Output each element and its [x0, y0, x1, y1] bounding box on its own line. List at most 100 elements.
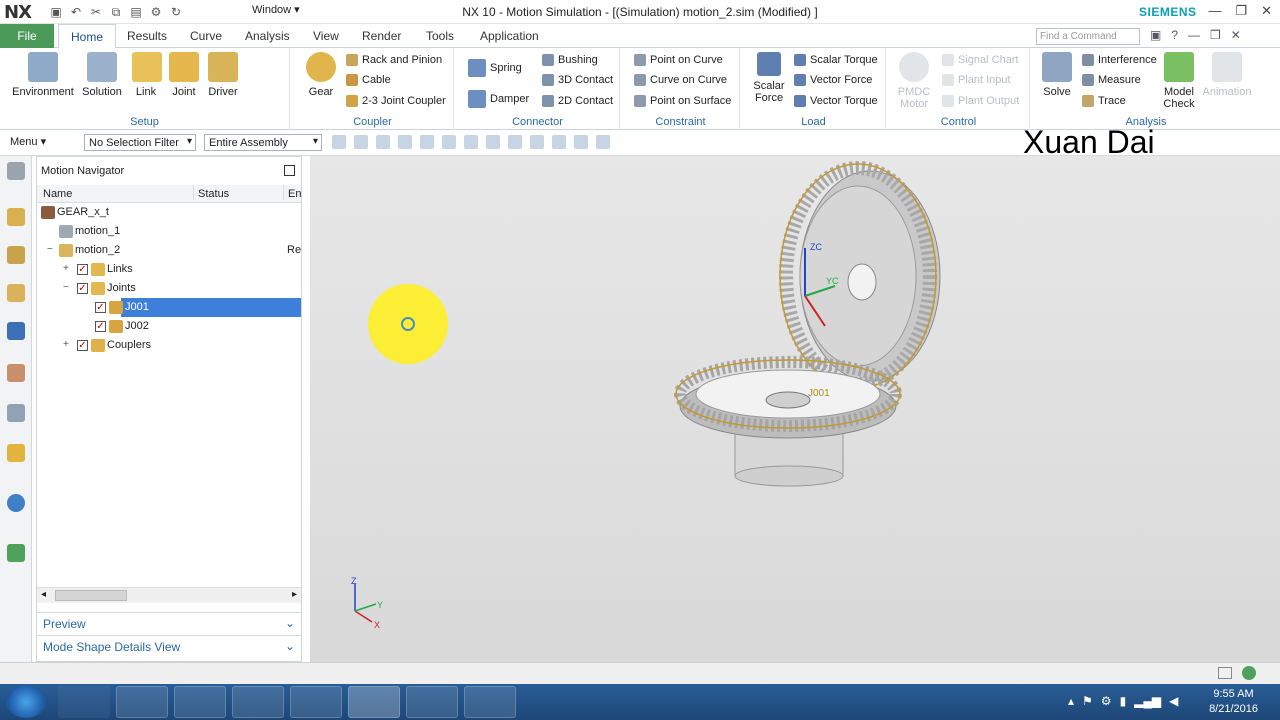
- close-icon[interactable]: ✕: [1261, 3, 1272, 19]
- bushing-button[interactable]: Bushing: [542, 54, 598, 66]
- horizontal-scrollbar[interactable]: ◂ ▸: [37, 587, 301, 603]
- visibility-checkbox[interactable]: ✓: [77, 283, 88, 294]
- scroll-left-icon[interactable]: ◂: [41, 589, 46, 600]
- animation-button[interactable]: Animation: [1200, 52, 1254, 98]
- camtasia-studio-icon[interactable]: [464, 686, 516, 718]
- help-icon[interactable]: ?: [1171, 28, 1178, 42]
- vector-force-button[interactable]: Vector Force: [794, 74, 872, 86]
- section-icon[interactable]: [552, 135, 566, 149]
- start-button[interactable]: [6, 686, 46, 718]
- folder-icon[interactable]: [290, 686, 342, 718]
- select-feature-icon[interactable]: [376, 135, 390, 149]
- maximize-icon[interactable]: [284, 165, 295, 176]
- assembly-scope-dropdown[interactable]: Entire Assembly: [204, 134, 322, 151]
- spring-button[interactable]: Spring: [468, 59, 522, 77]
- tree-node-j001[interactable]: ✓ J001: [37, 298, 301, 317]
- visibility-checkbox[interactable]: ✓: [95, 302, 106, 313]
- measure-button[interactable]: Measure: [1082, 74, 1141, 86]
- ribbon-close-icon[interactable]: ✕: [1231, 28, 1241, 42]
- column-status[interactable]: Status: [193, 185, 229, 200]
- camtasia-recorder-icon[interactable]: [406, 686, 458, 718]
- trace-button[interactable]: Trace: [1082, 95, 1126, 107]
- expand-icon[interactable]: +: [63, 339, 69, 350]
- box-select-icon[interactable]: [398, 135, 412, 149]
- vector-torque-button[interactable]: Vector Torque: [794, 95, 878, 107]
- power-icon[interactable]: ▮: [1120, 694, 1127, 708]
- tab-application[interactable]: Application: [480, 29, 539, 43]
- plant-input-button[interactable]: Plant Input: [942, 74, 1011, 86]
- select-icon[interactable]: [354, 135, 368, 149]
- lasso-icon[interactable]: [420, 135, 434, 149]
- tree-node-links[interactable]: + ✓ Links: [37, 260, 301, 279]
- ribbon-minimize-icon[interactable]: —: [1188, 28, 1200, 42]
- ribbon-restore-icon[interactable]: ❐: [1210, 28, 1221, 42]
- gear-button[interactable]: Gear: [306, 52, 336, 98]
- system-materials-icon[interactable]: [7, 444, 25, 462]
- link-button[interactable]: Link: [132, 52, 162, 98]
- joint-coupler-button[interactable]: 2-3 Joint Coupler: [346, 95, 446, 107]
- mode-shape-section[interactable]: Mode Shape Details View ⌄: [37, 635, 301, 657]
- menu-button[interactable]: Menu ▾: [10, 135, 46, 148]
- snap-icon[interactable]: [332, 135, 346, 149]
- pmdc-motor-button[interactable]: PMDC Motor: [896, 52, 932, 110]
- taskbar-clock[interactable]: 9:55 AM 8/21/2016: [1209, 687, 1258, 717]
- part-navigator-icon[interactable]: [7, 322, 25, 340]
- tree-node-j002[interactable]: ✓ J002: [37, 317, 301, 336]
- point-on-curve-button[interactable]: Point on Curve: [634, 54, 723, 66]
- nx-app-icon[interactable]: [348, 686, 400, 718]
- settings-icon[interactable]: [7, 162, 25, 180]
- info-icon[interactable]: [7, 494, 25, 512]
- driver-button[interactable]: Driver: [206, 52, 240, 98]
- fullscreen-icon[interactable]: [1218, 667, 1232, 679]
- 2d-contact-button[interactable]: 2D Contact: [542, 95, 613, 107]
- settings-tray-icon[interactable]: ⚙: [1101, 694, 1112, 708]
- tab-curve[interactable]: Curve: [190, 29, 222, 43]
- plant-output-button[interactable]: Plant Output: [942, 95, 1019, 107]
- chrome-icon[interactable]: [232, 686, 284, 718]
- column-environment[interactable]: En: [283, 185, 301, 200]
- display-icon[interactable]: [508, 135, 522, 149]
- point-on-surface-button[interactable]: Point on Surface: [634, 95, 731, 107]
- tab-tools[interactable]: Tools: [426, 29, 454, 43]
- window-list-icon[interactable]: ▣: [1150, 28, 1161, 42]
- scroll-thumb[interactable]: [55, 590, 127, 601]
- file-explorer-icon[interactable]: [116, 686, 168, 718]
- tree-node-gear-x-t[interactable]: GEAR_x_t: [37, 203, 301, 222]
- scalar-force-button[interactable]: Scalar Force: [752, 52, 786, 104]
- damper-button[interactable]: Damper: [468, 90, 529, 108]
- tree-node-couplers[interactable]: + ✓ Couplers: [37, 336, 301, 355]
- constraint-navigator-icon[interactable]: [7, 284, 25, 302]
- environment-button[interactable]: Environment: [12, 52, 74, 98]
- joint-button[interactable]: Joint: [168, 52, 200, 98]
- 3d-contact-button[interactable]: 3D Contact: [542, 74, 613, 86]
- preview-section[interactable]: Preview ⌄: [37, 612, 301, 634]
- render-style-icon[interactable]: [530, 135, 544, 149]
- media-player-icon[interactable]: [174, 686, 226, 718]
- reuse-library-icon[interactable]: [7, 364, 25, 382]
- tab-analysis[interactable]: Analysis: [245, 29, 290, 43]
- tab-results[interactable]: Results: [127, 29, 167, 43]
- selection-filter-dropdown[interactable]: No Selection Filter: [84, 134, 196, 151]
- solve-button[interactable]: Solve: [1042, 52, 1072, 98]
- collapse-icon[interactable]: −: [47, 244, 53, 255]
- volume-icon[interactable]: ◀: [1169, 694, 1178, 708]
- tree-node-motion-2[interactable]: − motion_2 Re: [37, 241, 301, 260]
- tab-home[interactable]: Home: [58, 24, 117, 49]
- network-icon[interactable]: ⚑: [1082, 694, 1093, 708]
- graphics-window[interactable]: ZC YC J001 Z X Y: [310, 156, 1280, 662]
- tree-node-joints[interactable]: − ✓ Joints: [37, 279, 301, 298]
- expand-icon[interactable]: +: [63, 263, 69, 274]
- web-browser-icon[interactable]: [7, 544, 25, 562]
- show-hidden-icons[interactable]: ▴: [1068, 694, 1074, 708]
- status-globe-icon[interactable]: [1242, 666, 1256, 680]
- show-hide-icon[interactable]: [596, 135, 610, 149]
- visibility-checkbox[interactable]: ✓: [77, 340, 88, 351]
- layer-icon[interactable]: [574, 135, 588, 149]
- scroll-right-icon[interactable]: ▸: [292, 589, 297, 600]
- scalar-torque-button[interactable]: Scalar Torque: [794, 54, 878, 66]
- tab-view[interactable]: View: [313, 29, 339, 43]
- history-icon[interactable]: [7, 404, 25, 422]
- minimize-icon[interactable]: —: [1208, 3, 1221, 19]
- internet-explorer-icon[interactable]: [58, 686, 110, 718]
- visibility-checkbox[interactable]: ✓: [77, 264, 88, 275]
